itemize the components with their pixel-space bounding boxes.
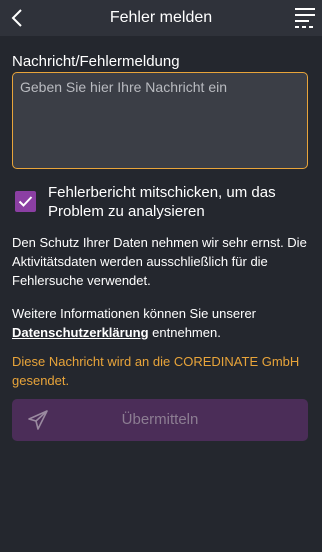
more-info-text: Weitere Informationen können Sie unserer… xyxy=(12,304,312,342)
submit-button[interactable]: Übermitteln xyxy=(12,399,308,441)
menu-button[interactable] xyxy=(294,6,316,30)
page-title: Fehler melden xyxy=(109,9,213,26)
error-report-label: Fehlerbericht mitschicken, um das Proble… xyxy=(48,184,276,220)
more-info-prefix: Weitere Informationen können Sie unserer xyxy=(12,306,257,321)
app-header: Fehler melden xyxy=(0,0,322,36)
menu-icon xyxy=(295,8,315,28)
privacy-text: Den Schutz Ihrer Daten nehmen wir sehr e… xyxy=(12,235,307,288)
privacy-policy-link[interactable]: Datenschutzerklärung xyxy=(12,325,149,340)
more-info-suffix: entnehmen. xyxy=(152,325,221,340)
submit-label: Übermitteln xyxy=(121,411,199,428)
recipient-notice: Diese Nachricht wird an die COREDINATE G… xyxy=(12,354,300,388)
message-label: Nachricht/Fehlermeldung xyxy=(12,53,180,70)
message-placeholder: Geben Sie hier Ihre Nachricht ein xyxy=(20,79,227,95)
message-textarea[interactable]: Geben Sie hier Ihre Nachricht ein xyxy=(12,72,308,169)
checkmark-icon xyxy=(18,196,33,207)
error-report-checkbox[interactable] xyxy=(15,191,36,212)
error-report-checkbox-row[interactable]: Fehlerbericht mitschicken, um das Proble… xyxy=(12,183,312,223)
